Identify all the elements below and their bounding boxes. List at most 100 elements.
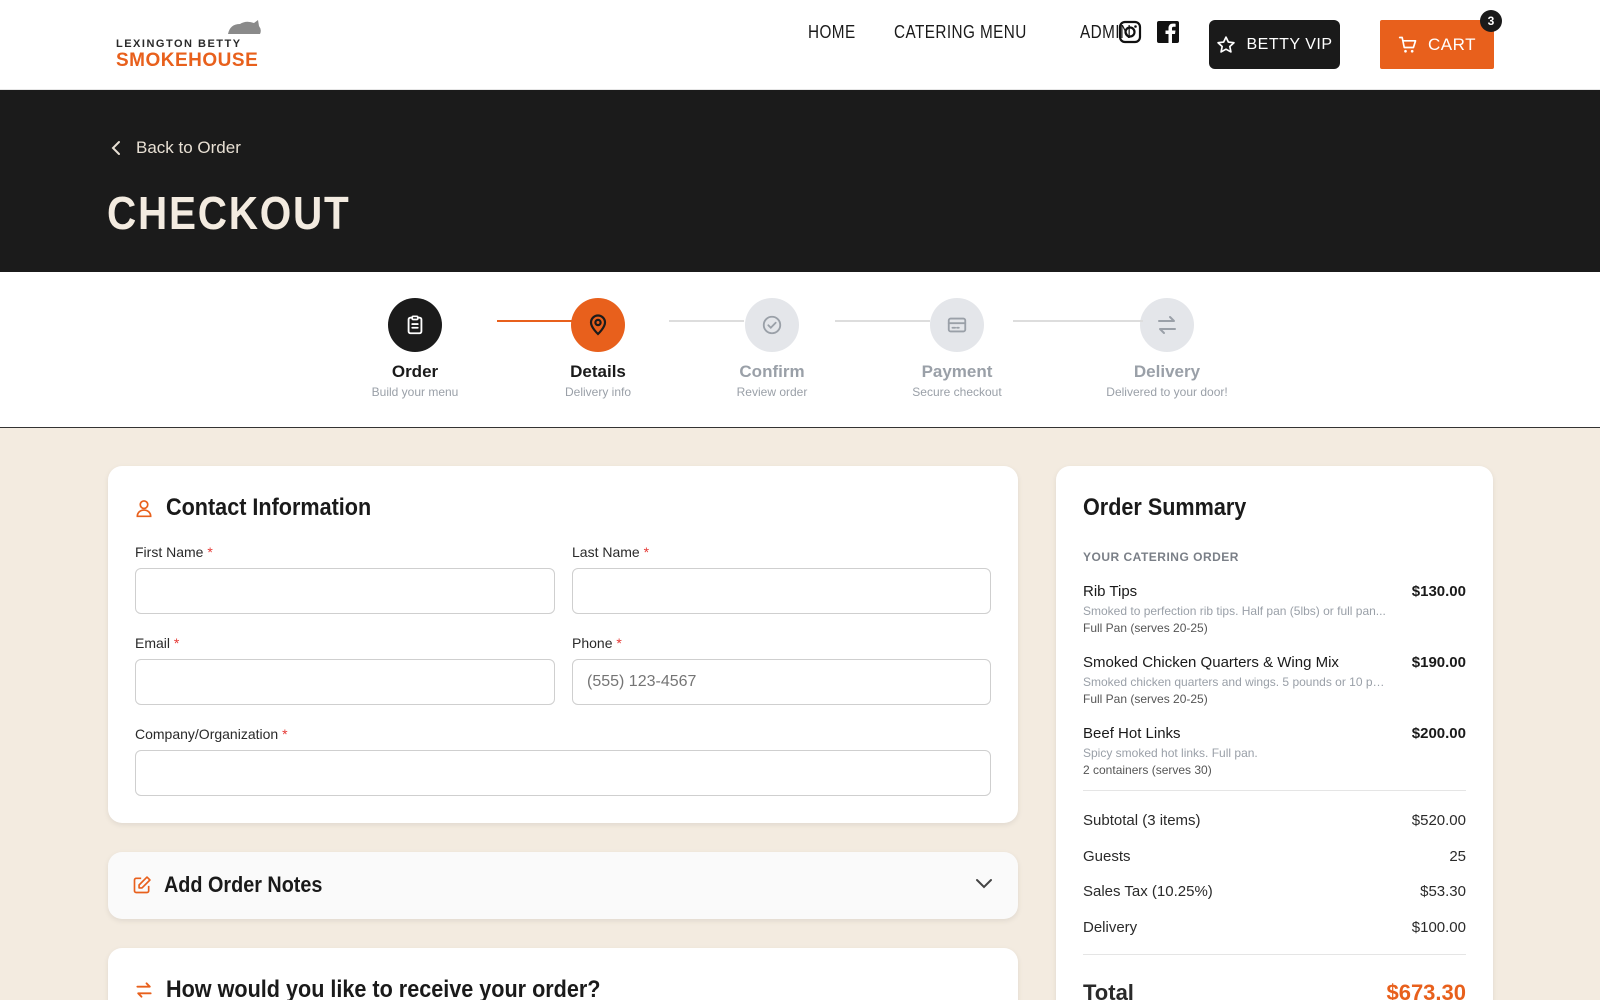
instagram-icon[interactable] [1118,20,1142,44]
label-text: First Name [135,544,204,560]
cart-icon [1398,36,1417,53]
back-to-order-link[interactable]: Back to Order [110,138,241,158]
item-name: Smoked Chicken Quarters & Wing Mix [1083,654,1339,671]
label-text: Email [135,635,171,651]
label-text: Last Name [572,544,640,560]
phone-input[interactable] [572,659,991,705]
summary-title: Order Summary [1083,494,1247,521]
delivery-row: Delivery $100.00 [1083,919,1466,936]
swap-arrows-icon [136,982,152,998]
company-input[interactable] [135,750,991,796]
email-label: Email * [135,635,179,651]
item-description: Smoked chicken quarters and wings. 5 pou… [1083,675,1388,689]
logo-line-2: SMOKEHOUSE [116,50,259,71]
page-title: CHECKOUT [107,187,351,239]
row-label: Guests [1083,848,1131,865]
cart-label: CART [1428,34,1476,54]
summary-item: Rib Tips Smoked to perfection rib tips. … [1083,583,1466,635]
step-details[interactable]: Details Delivery info [528,298,668,399]
step-connector [835,320,930,322]
receive-method-card: How would you like to receive your order… [108,948,1018,1000]
step-sub: Review order [736,385,808,399]
back-label: Back to Order [136,138,241,157]
chevron-left-icon [111,141,120,155]
main-nav: HOME CATERING MENU ADMIN [808,22,1141,43]
row-value: 25 [1449,848,1466,865]
credit-card-icon [930,298,984,352]
vip-label: BETTY VIP [1246,35,1333,53]
label-text: Phone [572,635,613,651]
user-icon [136,500,152,518]
summary-item: Beef Hot Links Spicy smoked hot links. F… [1083,725,1466,777]
required-mark: * [207,544,213,560]
required-mark: * [282,726,288,742]
notes-header: Add Order Notes [132,872,340,898]
first-name-input[interactable] [135,568,555,614]
item-name: Beef Hot Links [1083,725,1181,742]
summary-body: Order Summary YOUR CATERING ORDER Rib Ti… [1083,494,1466,1000]
step-confirm[interactable]: Confirm Review order [702,298,842,399]
total-label: Total [1083,980,1134,1000]
clipboard-icon [388,298,442,352]
step-sub: Build your menu [371,385,459,399]
nav-catering-menu[interactable]: CATERING MENU [894,22,1027,43]
step-label: Confirm [739,362,805,381]
checkout-hero: Back to Order CHECKOUT [0,90,1600,272]
nav-home[interactable]: HOME [808,22,856,43]
last-name-label: Last Name * [572,544,649,560]
item-option: 2 containers (serves 30) [1083,763,1212,777]
step-connector [669,320,744,322]
required-mark: * [616,635,622,651]
order-summary-card: Order Summary YOUR CATERING ORDER Rib Ti… [1056,466,1493,1000]
brand-logo[interactable]: LEXINGTON BETTY SMOKEHOUSE [116,18,276,71]
tax-row: Sales Tax (10.25%) $53.30 [1083,883,1466,900]
facebook-icon[interactable] [1156,20,1180,44]
card-title: How would you like to receive your order… [166,976,601,1000]
step-order[interactable]: Order Build your menu [345,298,485,399]
step-sub: Delivery info [564,385,632,399]
item-name: Rib Tips [1083,583,1138,600]
subtotal-row: Subtotal (3 items) $520.00 [1083,812,1466,829]
order-notes-toggle[interactable]: Add Order Notes [108,852,1018,919]
email-input[interactable] [135,659,555,705]
divider [1083,790,1466,791]
required-mark: * [643,544,650,560]
item-description: Smoked to perfection rib tips. Half pan … [1083,604,1386,618]
step-sub: Secure checkout [912,385,1002,399]
social-links [1118,20,1180,44]
item-option: Full Pan (serves 20-25) [1083,692,1208,706]
betty-vip-button[interactable]: BETTY VIP [1209,20,1340,69]
step-label: Order [391,362,439,381]
logo-line-1: LEXINGTON BETTY [116,38,242,50]
chevron-down-icon[interactable] [975,878,993,890]
required-mark: * [173,635,180,651]
card-title: Add Order Notes [164,872,323,897]
guests-row: Guests 25 [1083,848,1466,865]
checkout-stepper: Order Build your menu Details Delivery i… [0,272,1600,428]
star-icon [1217,35,1236,53]
item-option: Full Pan (serves 20-25) [1083,621,1208,635]
swap-arrows-icon [1140,298,1194,352]
card-title: Contact Information [166,494,372,521]
row-label: Subtotal (3 items) [1083,812,1201,829]
label-text: Company/Organization [135,726,279,742]
row-value: $100.00 [1411,919,1466,936]
phone-label: Phone * [572,635,622,651]
step-delivery[interactable]: Delivery Delivered to your door! [1082,298,1252,399]
row-value: $520.00 [1411,812,1466,829]
item-price: $130.00 [1411,583,1466,600]
hog-logo-icon [228,20,261,34]
step-payment[interactable]: Payment Secure checkout [887,298,1027,399]
company-label: Company/Organization * [135,726,288,742]
edit-icon [133,876,151,894]
step-label: Delivery [1133,362,1201,381]
divider [1083,954,1466,955]
contact-information-card: Contact Information First Name * Last Na… [108,466,1018,823]
summary-item: Smoked Chicken Quarters & Wing Mix Smoke… [1083,654,1466,706]
row-label: Sales Tax (10.25%) [1083,883,1213,900]
step-sub: Delivered to your door! [1106,385,1228,399]
cart-button[interactable]: CART [1380,20,1494,69]
total-value: $673.30 [1386,980,1466,1000]
last-name-input[interactable] [572,568,991,614]
summary-subtitle: YOUR CATERING ORDER [1083,550,1239,564]
